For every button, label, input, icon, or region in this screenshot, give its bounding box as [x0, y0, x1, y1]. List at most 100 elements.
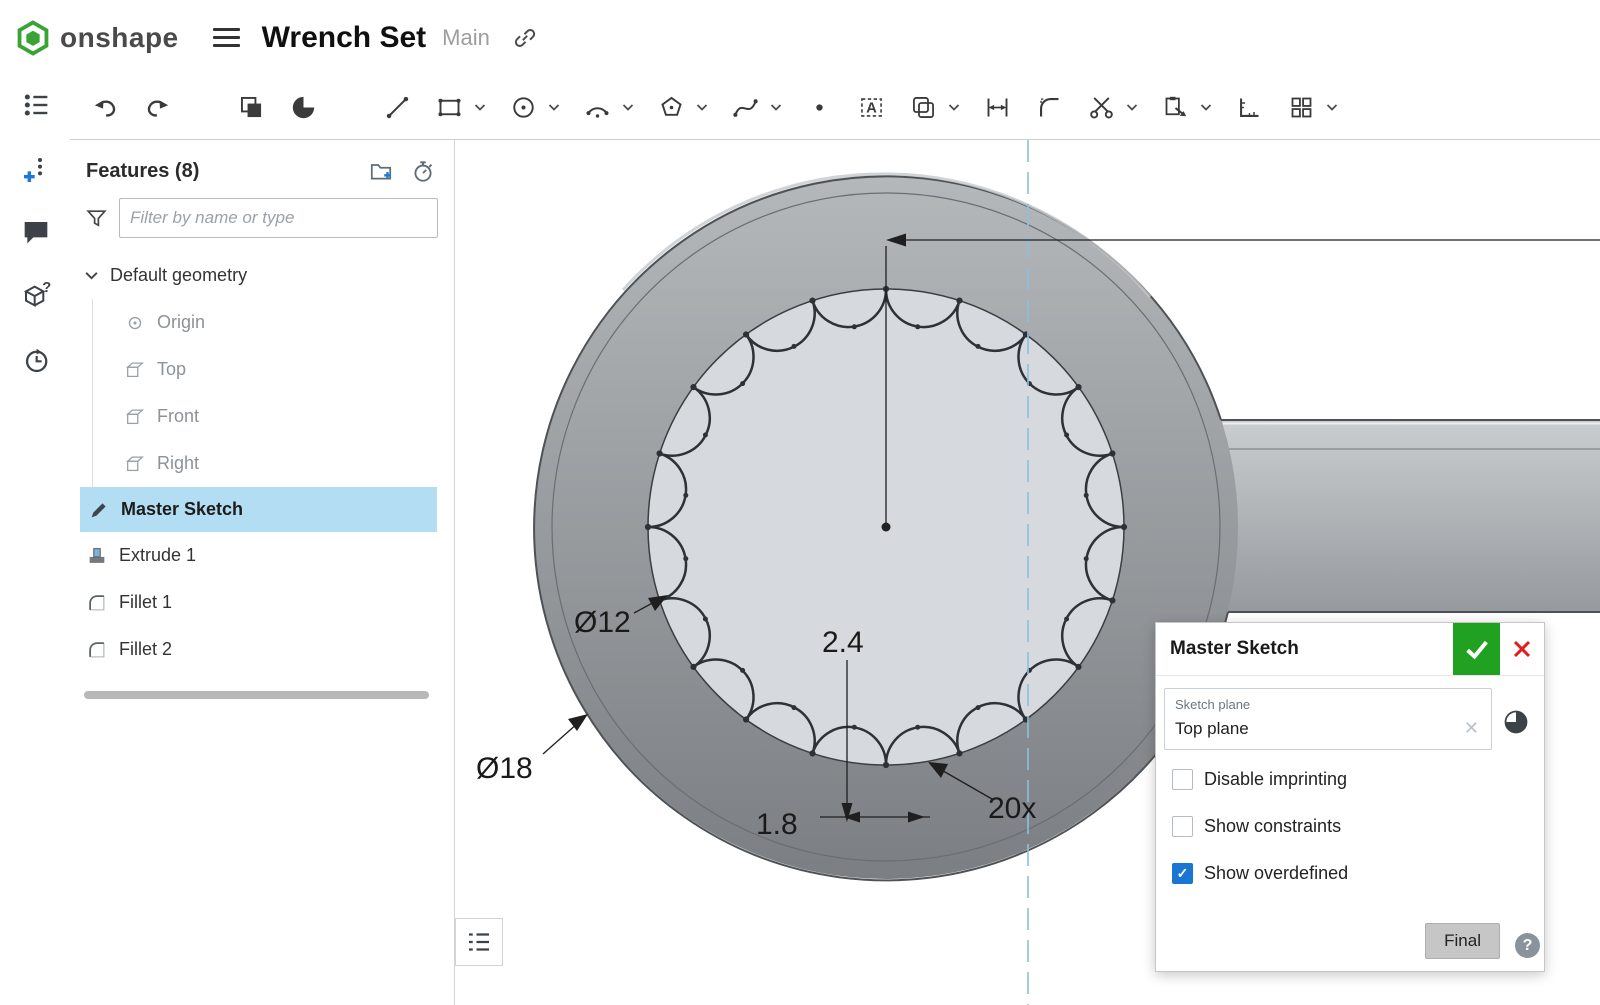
- dimension-tool-button[interactable]: [980, 90, 1014, 124]
- onshape-logo-icon: [14, 19, 52, 57]
- offset-tool-chevron[interactable]: [948, 90, 962, 124]
- feature-label: Default geometry: [110, 265, 247, 286]
- checkbox-label: Show constraints: [1204, 816, 1341, 837]
- cancel-button[interactable]: [1500, 623, 1544, 675]
- checkbox-label: Show overdefined: [1204, 863, 1348, 884]
- rectangle-tool-chevron[interactable]: [474, 90, 488, 124]
- circle-tool-button[interactable]: [506, 90, 540, 124]
- feature-list-panel-button[interactable]: [16, 85, 56, 125]
- title-bar: onshape Wrench Set Main: [0, 0, 1600, 75]
- checkbox-box[interactable]: [1172, 863, 1193, 884]
- rectangle-tool-button[interactable]: [432, 90, 466, 124]
- feature-item-top-plane[interactable]: Top: [70, 346, 454, 393]
- show-constraints-checkbox[interactable]: Show constraints: [1156, 803, 1544, 850]
- point-tool-button[interactable]: [802, 90, 836, 124]
- transform-tool-button[interactable]: [1158, 90, 1192, 124]
- sketch-list-button[interactable]: [455, 918, 503, 966]
- circle-tool-chevron[interactable]: [548, 90, 562, 124]
- feature-label: Fillet 1: [119, 592, 172, 613]
- feature-item-default-geometry[interactable]: Default geometry: [70, 252, 454, 299]
- document-title[interactable]: Wrench Set: [262, 21, 427, 55]
- arc-tool-button[interactable]: [580, 90, 614, 124]
- polygon-tool-button[interactable]: [654, 90, 688, 124]
- feature-label: Right: [157, 453, 199, 474]
- text-tool-button[interactable]: [854, 90, 888, 124]
- trim-tool-chevron[interactable]: [1126, 90, 1140, 124]
- measure-tool-button[interactable]: [1232, 90, 1266, 124]
- tree-indent-guide: [92, 299, 93, 487]
- features-panel: Features (8) Default geometry Origin Top: [70, 140, 455, 1005]
- sketch-plane-label: Sketch plane: [1175, 697, 1481, 712]
- use-project-button[interactable]: [286, 90, 320, 124]
- redo-button[interactable]: [140, 90, 174, 124]
- dimension-width[interactable]: 1.8: [756, 808, 798, 841]
- onshape-app: onshape Wrench Set Main: [0, 0, 1600, 1005]
- transform-tool-chevron[interactable]: [1200, 90, 1214, 124]
- configurations-panel-button[interactable]: [16, 150, 56, 190]
- dimension-count[interactable]: 20x: [988, 792, 1036, 825]
- pattern-tool-button[interactable]: [1284, 90, 1318, 124]
- where-used-panel-button[interactable]: [16, 276, 56, 316]
- chevron-down-icon[interactable]: [84, 270, 99, 281]
- mate-connector-icon[interactable]: [1502, 708, 1530, 736]
- show-overdefined-checkbox[interactable]: Show overdefined: [1156, 850, 1544, 897]
- checkbox-box[interactable]: [1172, 769, 1193, 790]
- stopwatch-icon[interactable]: [410, 158, 436, 184]
- help-icon[interactable]: ?: [1515, 933, 1540, 958]
- history-panel-button[interactable]: [16, 340, 56, 380]
- filter-input[interactable]: [119, 198, 438, 238]
- sketch-toolbar: [70, 75, 1600, 140]
- onshape-wordmark: onshape: [60, 22, 179, 54]
- feature-label: Top: [157, 359, 186, 380]
- final-button[interactable]: Final: [1425, 923, 1500, 959]
- feature-item-front-plane[interactable]: Front: [70, 393, 454, 440]
- features-title: Features (8): [86, 160, 368, 183]
- feature-item-extrude-1[interactable]: Extrude 1: [70, 532, 454, 579]
- feature-label: Origin: [157, 312, 205, 333]
- plane-icon: [124, 359, 146, 381]
- dimension-depth[interactable]: 2.4: [822, 626, 864, 659]
- sketch-pencil-icon: [88, 499, 110, 521]
- fillet-icon: [86, 592, 108, 614]
- clear-selection-icon[interactable]: ✕: [1462, 718, 1481, 739]
- feature-item-fillet-1[interactable]: Fillet 1: [70, 579, 454, 626]
- sketch-plane-value[interactable]: Top plane: [1175, 719, 1462, 739]
- filter-icon: [84, 206, 109, 231]
- plane-icon: [124, 406, 146, 428]
- checkbox-label: Disable imprinting: [1204, 769, 1347, 790]
- copy-sketch-button[interactable]: [234, 90, 268, 124]
- plane-icon: [124, 453, 146, 475]
- fillet-tool-button[interactable]: [1032, 90, 1066, 124]
- pattern-tool-chevron[interactable]: [1326, 90, 1340, 124]
- scrollbar-thumb[interactable]: [84, 691, 429, 699]
- arc-tool-chevron[interactable]: [622, 90, 636, 124]
- feature-label: Front: [157, 406, 199, 427]
- feature-item-fillet-2[interactable]: Fillet 2: [70, 626, 454, 673]
- dimension-outer-diameter[interactable]: Ø18: [476, 752, 533, 785]
- polygon-tool-chevron[interactable]: [696, 90, 710, 124]
- trim-tool-button[interactable]: [1084, 90, 1118, 124]
- confirm-button[interactable]: [1453, 623, 1500, 675]
- center-point[interactable]: [882, 523, 891, 532]
- offset-tool-button[interactable]: [906, 90, 940, 124]
- feature-label: Master Sketch: [121, 499, 243, 520]
- feature-label: Fillet 2: [119, 639, 172, 660]
- checkbox-box[interactable]: [1172, 816, 1193, 837]
- comments-panel-button[interactable]: [16, 212, 56, 252]
- line-tool-button[interactable]: [380, 90, 414, 124]
- fillet-icon: [86, 639, 108, 661]
- disable-imprinting-checkbox[interactable]: Disable imprinting: [1156, 756, 1544, 803]
- feature-item-master-sketch[interactable]: Master Sketch: [80, 487, 437, 532]
- share-link-icon[interactable]: [512, 25, 538, 51]
- undo-button[interactable]: [88, 90, 122, 124]
- sketch-plane-field[interactable]: Sketch plane Top plane ✕: [1164, 688, 1492, 750]
- spline-tool-chevron[interactable]: [770, 90, 784, 124]
- app-menu-button[interactable]: [213, 23, 240, 52]
- dimension-inner-diameter[interactable]: Ø12: [574, 606, 631, 639]
- origin-icon: [124, 312, 146, 334]
- new-folder-icon[interactable]: [368, 158, 394, 184]
- branch-label[interactable]: Main: [442, 25, 490, 51]
- spline-tool-button[interactable]: [728, 90, 762, 124]
- feature-item-origin[interactable]: Origin: [70, 299, 454, 346]
- feature-item-right-plane[interactable]: Right: [70, 440, 454, 487]
